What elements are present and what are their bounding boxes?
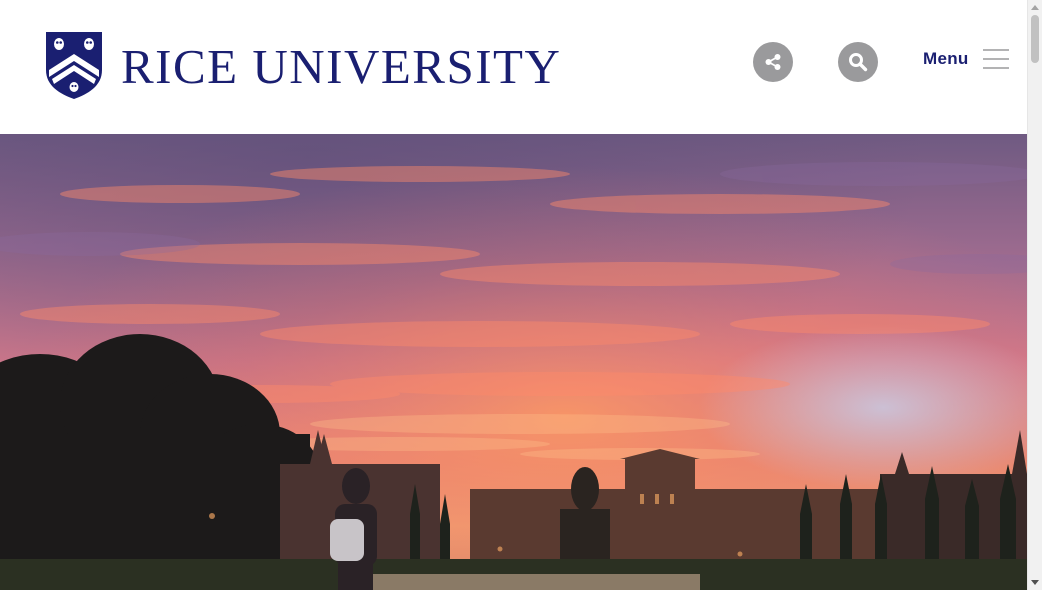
share-button[interactable] bbox=[753, 42, 793, 82]
scroll-down-arrow-icon[interactable] bbox=[1031, 580, 1039, 585]
hero-campus-photo bbox=[0, 134, 1027, 590]
campus-sunset-photo bbox=[0, 134, 1027, 590]
page-viewport: RICE UNIVERSITY Menu bbox=[0, 0, 1027, 590]
site-header: RICE UNIVERSITY Menu bbox=[0, 0, 1027, 134]
scrollbar-thumb[interactable] bbox=[1031, 15, 1039, 63]
page-scrollbar[interactable] bbox=[1027, 0, 1042, 590]
scroll-up-arrow-icon[interactable] bbox=[1031, 5, 1039, 10]
search-button[interactable] bbox=[838, 42, 878, 82]
home-logo-link[interactable]: RICE UNIVERSITY bbox=[44, 30, 561, 100]
university-wordmark: RICE UNIVERSITY bbox=[121, 38, 562, 94]
rice-owl-shield-icon bbox=[46, 32, 102, 99]
search-icon bbox=[849, 53, 868, 72]
menu-button[interactable]: Menu bbox=[923, 48, 1009, 70]
hamburger-icon bbox=[982, 49, 1009, 69]
menu-label: Menu bbox=[923, 49, 969, 68]
share-icon bbox=[765, 54, 781, 70]
